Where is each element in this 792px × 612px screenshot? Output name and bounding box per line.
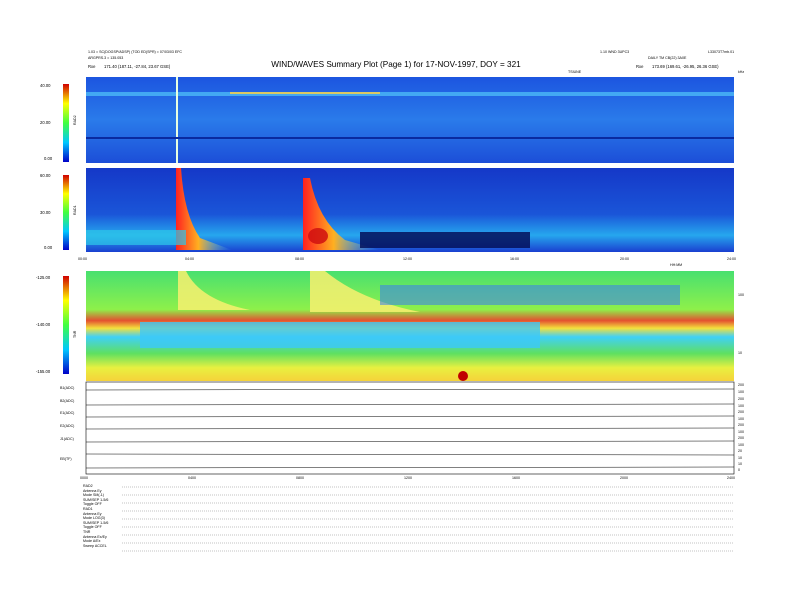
- time-tick-upper-1: 04:00: [185, 257, 194, 261]
- tnr-tick-mid: -140.00: [36, 322, 51, 327]
- rad1-tick-bottom: 0.00: [44, 245, 53, 250]
- time-tick-lower-1: 0400: [188, 476, 196, 480]
- line-panel-label-2: B2(ADC): [60, 399, 75, 403]
- tnr-tick-top: -125.00: [36, 275, 51, 280]
- line-panel-trace-4: [85, 427, 735, 430]
- line-panel-label-1: B1(ADC): [60, 386, 75, 390]
- line-panel-tick-6a: 20: [738, 449, 742, 453]
- tnr-quiet-region: [140, 322, 540, 348]
- line-panel-trace-5: [85, 440, 735, 443]
- tnr-right-tick-10: 10: [738, 351, 742, 355]
- line-panel-tick-3a: 200: [738, 410, 744, 414]
- line-panel-label-5: J1(ADC): [60, 437, 74, 441]
- rad2-colorbar: [63, 84, 69, 162]
- rad2-band: [86, 92, 734, 96]
- time-tick-upper-5: 20:00: [620, 257, 629, 261]
- rad1-tick-top: 60.00: [40, 173, 51, 178]
- line-panel-trace-1: [85, 388, 735, 391]
- line-panel-tick-2b: 100: [738, 404, 744, 408]
- tnr-panel: [63, 271, 734, 381]
- time-tick-upper-0: 00:00: [78, 257, 87, 261]
- line-panel-tick-1b: 100: [738, 390, 744, 394]
- line-panel-tick-2a: 200: [738, 397, 744, 401]
- rad1-burst-core-2: [308, 228, 328, 244]
- tnr-label: TNR: [73, 330, 77, 338]
- line-panel-tick-5b: 100: [738, 443, 744, 447]
- line-panel-trace-6: [85, 453, 735, 456]
- time-axis-label: HH:MM: [670, 263, 683, 267]
- rad2-dark-band: [86, 137, 734, 139]
- time-tick-upper-3: 12:00: [403, 257, 412, 261]
- line-panel-trace-7: [85, 466, 735, 469]
- rad2-tick-mid: 20.00: [40, 120, 51, 125]
- line-panel-trace-3: [85, 415, 735, 418]
- rad1-colorbar: [63, 175, 69, 250]
- line-panel-tick-5a: 200: [738, 436, 744, 440]
- line-panel-label-4: E2(ADC): [60, 424, 75, 428]
- time-tick-lower-6: 2400: [727, 476, 735, 480]
- rad1-tick-mid: 30.00: [40, 210, 51, 215]
- tnr-upper-region: [380, 285, 680, 305]
- time-tick-upper-6: 24:00: [727, 257, 736, 261]
- line-panel-tick-4b: 100: [738, 430, 744, 434]
- line-panel-tick-7a: 10: [738, 462, 742, 466]
- line-panel-trace-2: [85, 403, 735, 406]
- time-tick-lower-5: 2000: [620, 476, 628, 480]
- line-panel-label-3: E1(ADC): [60, 411, 75, 415]
- line-panels: [85, 381, 735, 475]
- time-tick-lower-4: 1600: [512, 476, 520, 480]
- rad1-panel: [63, 168, 734, 252]
- line-panel-tick-6b: 10: [738, 456, 742, 460]
- rad2-spectrogram: [86, 77, 734, 163]
- tnr-hotspot: [458, 371, 468, 381]
- tnr-right-tick-100: 100: [738, 293, 744, 297]
- line-panel-tick-1a: 200: [738, 383, 744, 387]
- rad1-low-band: [86, 230, 186, 245]
- rad2-hot-band: [230, 92, 380, 94]
- line-panel-tick-3b: 100: [738, 417, 744, 421]
- footer-rules: [122, 486, 734, 552]
- time-tick-upper-2: 08:00: [295, 257, 304, 261]
- time-tick-upper-4: 16:00: [510, 257, 519, 261]
- tnr-tick-bottom: -155.00: [36, 369, 51, 374]
- rad2-panel: [63, 77, 734, 163]
- rad2-label: RAD2: [73, 115, 77, 125]
- line-panel-tick-4a: 200: [738, 423, 744, 427]
- time-tick-lower-3: 1200: [404, 476, 412, 480]
- line-panel-label-6: EB(TF): [60, 457, 72, 461]
- tnr-colorbar: [63, 276, 69, 374]
- line-panel-tick-7b: 0: [738, 468, 740, 472]
- footer-row: Sweep ACCEL: [83, 543, 107, 548]
- rad1-label: RAD1: [73, 205, 77, 215]
- rad2-tick-bottom: 0.00: [44, 156, 53, 161]
- rad2-tick-top: 40.00: [40, 83, 51, 88]
- time-tick-lower-0: 0000: [80, 476, 88, 480]
- time-tick-lower-2: 0800: [296, 476, 304, 480]
- footer-params: RAD2 Antenna Ey Mode SM(-1) SUM/SEP 1-5/…: [83, 484, 123, 548]
- rad1-dark-patch: [360, 232, 530, 248]
